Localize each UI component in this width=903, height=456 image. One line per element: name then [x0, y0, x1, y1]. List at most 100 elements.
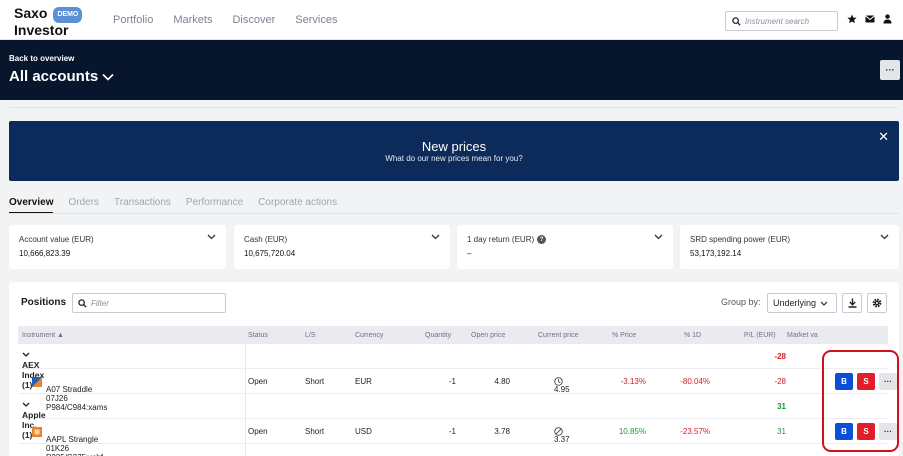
pct-1d-cell: -23.57% — [680, 427, 710, 436]
group-pl: 31 — [777, 402, 786, 411]
account-selector[interactable]: All accounts — [9, 68, 114, 85]
back-to-overview-link[interactable]: Back to overview — [9, 54, 74, 63]
account-tabs: Overview Orders Transactions Performance… — [9, 197, 337, 214]
srd-spending-power-card[interactable]: SRD spending power (EUR) 53,173,192.14 — [680, 225, 899, 269]
col-pl[interactable]: P/L (EUR) — [744, 332, 776, 339]
day-return-card[interactable]: 1 day return (EUR)? – — [457, 225, 673, 269]
nav-markets[interactable]: Markets — [173, 14, 212, 26]
group-label: Apple Inc. (1) — [22, 402, 46, 440]
user-icon[interactable] — [883, 14, 892, 24]
option-icon — [32, 427, 42, 437]
instrument-cell[interactable]: AAPL Strangle 01K26 P225/C275:xcbf — [32, 427, 103, 456]
sell-button[interactable]: S — [857, 373, 875, 390]
col-pct-price[interactable]: % Price — [612, 332, 636, 339]
card-value: 53,173,192.14 — [690, 249, 742, 258]
group-by-value: Underlying — [773, 298, 817, 308]
tab-transactions[interactable]: Transactions — [114, 197, 171, 214]
col-instrument[interactable]: Instrument ▲ — [22, 332, 64, 339]
chevron-down-icon — [207, 234, 216, 240]
help-icon[interactable]: ? — [537, 235, 547, 244]
buy-button[interactable]: B — [835, 423, 853, 440]
nav-services[interactable]: Services — [295, 14, 337, 26]
top-icons — [847, 14, 892, 24]
search-icon — [78, 298, 87, 308]
saxo-logo[interactable]: Saxo DEMO Investor — [14, 6, 83, 38]
gear-icon — [872, 298, 882, 308]
instrument-search-input[interactable] — [745, 16, 835, 26]
col-status[interactable]: Status — [248, 332, 268, 339]
tabs-underline — [9, 213, 899, 214]
currency-cell: EUR — [355, 377, 372, 386]
tab-orders[interactable]: Orders — [68, 197, 99, 214]
current-price-value: 4.95 — [554, 385, 570, 394]
pl-cell: 31 — [777, 427, 786, 436]
tab-overview[interactable]: Overview — [9, 197, 54, 214]
card-label: 1 day return (EUR) — [467, 235, 535, 244]
positions-panel: Positions Group by: Underlying Instrumen… — [9, 282, 899, 456]
col-ls[interactable]: L/S — [305, 332, 316, 339]
divider — [9, 107, 898, 108]
chevron-down-icon — [431, 234, 440, 240]
nav-discover[interactable]: Discover — [232, 14, 275, 26]
pct-1d-cell: -80.04% — [680, 377, 710, 386]
card-label-wrap: 1 day return (EUR)? — [467, 235, 547, 244]
col-open-price[interactable]: Open price — [471, 332, 505, 339]
group-row-aex[interactable]: AEX Index (1) -28 — [18, 344, 888, 390]
group-row-apple[interactable]: Apple Inc. (1) 31 — [18, 394, 888, 440]
tab-performance[interactable]: Performance — [186, 197, 243, 214]
download-icon — [848, 298, 856, 308]
demo-badge: DEMO — [53, 7, 83, 23]
star-icon[interactable] — [847, 14, 857, 24]
ls-cell: Short — [305, 377, 325, 386]
card-value: – — [467, 249, 472, 258]
brand-subname: Investor — [14, 22, 69, 38]
current-price-value: 3.37 — [554, 435, 570, 444]
account-value-card[interactable]: Account value (EUR) 10,666,823.39 — [9, 225, 226, 269]
header-more-button[interactable]: ··· — [880, 60, 900, 80]
tab-corporate-actions[interactable]: Corporate actions — [258, 197, 337, 214]
position-row-aapl-strangle[interactable]: AAPL Strangle 01K26 P225/C275:xcbf Open … — [18, 419, 897, 456]
group-pl: -28 — [774, 352, 786, 361]
group-by-select[interactable]: Underlying — [767, 293, 837, 313]
download-button[interactable] — [842, 293, 862, 313]
open-price-cell: 4.80 — [494, 377, 510, 386]
main-nav: Portfolio Markets Discover Services — [113, 14, 337, 26]
cash-card[interactable]: Cash (EUR) 10,675,720.04 — [234, 225, 450, 269]
instrument-search[interactable] — [725, 11, 838, 31]
col-pct-1d[interactable]: % 1D — [684, 332, 701, 339]
current-price-cell: 3.37 — [554, 427, 570, 444]
instrument-cell[interactable]: A07 Straddle 07J26 P984/C984:xams — [32, 377, 107, 412]
account-title: All accounts — [9, 68, 99, 85]
banner-subtitle: What do our new prices mean for you? — [385, 154, 523, 163]
col-quantity[interactable]: Quantity — [425, 332, 451, 339]
account-header: Back to overview All accounts ··· — [0, 40, 903, 100]
instrument-name: AAPL Strangle 01K26 P225/C275:xcbf — [46, 435, 103, 456]
position-row-aex-straddle[interactable]: A07 Straddle 07J26 P984/C984:xams Open S… — [18, 369, 897, 412]
row-more-button[interactable]: ··· — [879, 423, 897, 440]
quantity-cell: -1 — [448, 427, 456, 436]
col-market-value[interactable]: Market va — [787, 332, 818, 339]
quantity-cell: -1 — [448, 377, 456, 386]
group-by-label: Group by: — [721, 297, 761, 307]
row-more-button[interactable]: ··· — [879, 373, 897, 390]
positions-filter[interactable] — [72, 293, 226, 313]
current-price-cell: 4.95 — [554, 377, 570, 394]
col-currency[interactable]: Currency — [355, 332, 383, 339]
sell-button[interactable]: S — [857, 423, 875, 440]
filter-input[interactable] — [91, 298, 211, 308]
pl-cell: -28 — [774, 377, 786, 386]
card-label: Account value (EUR) — [19, 235, 94, 244]
currency-cell: USD — [355, 427, 372, 436]
new-prices-banner[interactable]: New prices What do our new prices mean f… — [9, 121, 899, 181]
chevron-down-icon — [22, 402, 30, 407]
chevron-down-icon — [880, 234, 889, 240]
buy-button[interactable]: B — [835, 373, 853, 390]
nav-portfolio[interactable]: Portfolio — [113, 14, 153, 26]
card-label: Cash (EUR) — [244, 235, 288, 244]
banner-close-icon[interactable]: ✕ — [878, 129, 889, 145]
col-current-price[interactable]: Current price — [538, 332, 578, 339]
mail-icon[interactable] — [865, 15, 875, 23]
chevron-down-icon — [22, 352, 30, 357]
ls-cell: Short — [305, 427, 325, 436]
settings-button[interactable] — [867, 293, 887, 313]
